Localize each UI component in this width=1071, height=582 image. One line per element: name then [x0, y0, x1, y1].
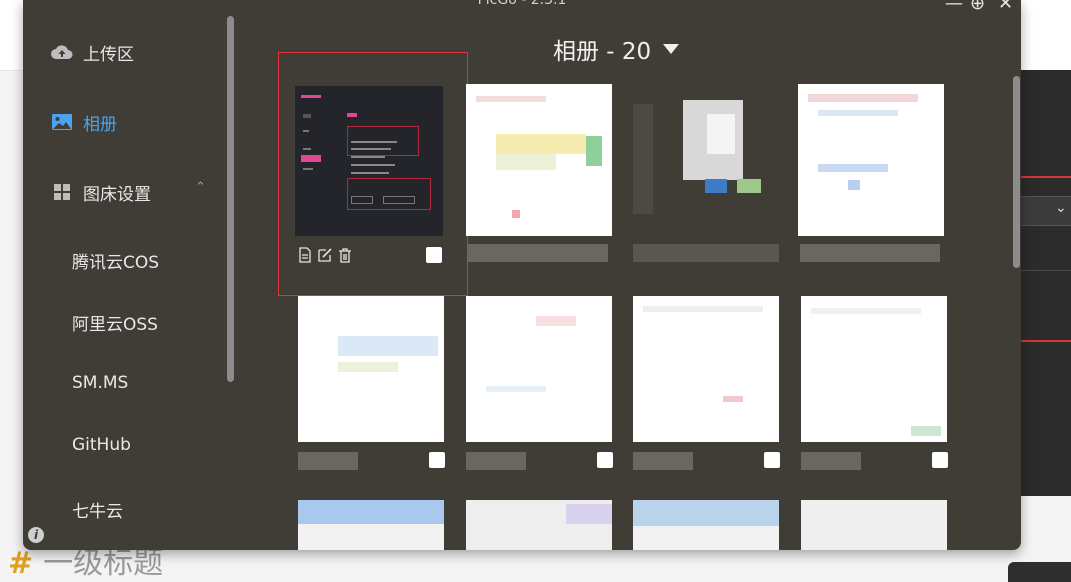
thumbnail-image[interactable] [798, 84, 944, 236]
background-divider [1021, 270, 1071, 271]
thumbnail-image[interactable] [801, 296, 947, 442]
sidebar-subitem-smms[interactable]: SM.MS [72, 373, 128, 393]
thumbnail-image[interactable] [298, 296, 444, 442]
sidebar-scrollbar[interactable] [227, 16, 234, 382]
sidebar-item-label: 相册 [83, 114, 117, 135]
window-title: PicGo - 2.3.1 [477, 0, 567, 8]
maximize-icon[interactable]: ⊕ [970, 0, 985, 14]
minimize-icon[interactable]: — [945, 0, 963, 14]
sidebar-item-label: 上传区 [83, 44, 134, 65]
caret-down-icon [663, 44, 680, 54]
selection-highlight [278, 52, 468, 296]
sidebar-item-upload[interactable]: 上传区 [51, 40, 134, 65]
thumbnail-image[interactable] [633, 500, 779, 550]
sidebar-subitem-cos[interactable]: 腾讯云COS [72, 248, 159, 273]
image-icon [51, 112, 73, 132]
sidebar-item-picbed-settings[interactable]: 图床设置 ⌃ [51, 180, 213, 205]
sidebar-subitem-oss[interactable]: 阿里云OSS [72, 310, 158, 335]
thumbnail-image[interactable] [466, 84, 612, 236]
sidebar-subitem-qiniu[interactable]: 七牛云 [72, 497, 123, 522]
select-checkbox[interactable] [932, 452, 948, 468]
thumbnail-image[interactable] [298, 500, 444, 550]
close-icon[interactable]: ✕ [998, 0, 1013, 14]
background-red-line [1021, 176, 1071, 178]
sidebar-item-gallery[interactable]: 相册 [51, 110, 117, 135]
info-icon[interactable]: i [28, 527, 44, 543]
background-editor-panel: ⌄ [1021, 70, 1071, 496]
thumbnail-image[interactable] [466, 500, 612, 550]
title-bar: PicGo - 2.3.1 — ⊕ ✕ [23, 0, 1021, 14]
thumbnail-image[interactable] [801, 500, 947, 550]
gallery-scrollbar[interactable] [1013, 76, 1020, 268]
select-checkbox[interactable] [429, 452, 445, 468]
gallery-title-dropdown[interactable]: 相册 - 20 [553, 32, 680, 66]
cloud-upload-icon [51, 42, 73, 62]
background-red-line [1021, 340, 1071, 342]
select-checkbox[interactable] [597, 452, 613, 468]
thumbnail-image[interactable] [466, 296, 612, 442]
thumbnail-image[interactable] [633, 296, 779, 442]
gallery-title: 相册 - 20 [553, 39, 652, 65]
picgo-window: PicGo - 2.3.1 — ⊕ ✕ 上传区 相册 图床设置 ⌃ 腾讯云COS… [23, 0, 1021, 550]
grid-icon [51, 182, 73, 202]
chevron-down-icon: ⌄ [1055, 200, 1067, 216]
chevron-up-icon: ⌃ [195, 180, 206, 195]
select-checkbox[interactable] [764, 452, 780, 468]
sidebar-subitem-github[interactable]: GitHub [72, 435, 131, 455]
background-dark-tab [1008, 562, 1071, 582]
sidebar-item-label: 图床设置 [83, 184, 151, 205]
sidebar: 上传区 相册 图床设置 ⌃ 腾讯云COS 阿里云OSS SM.MS GitHub… [23, 14, 236, 550]
thumbnail-image[interactable] [633, 84, 779, 236]
